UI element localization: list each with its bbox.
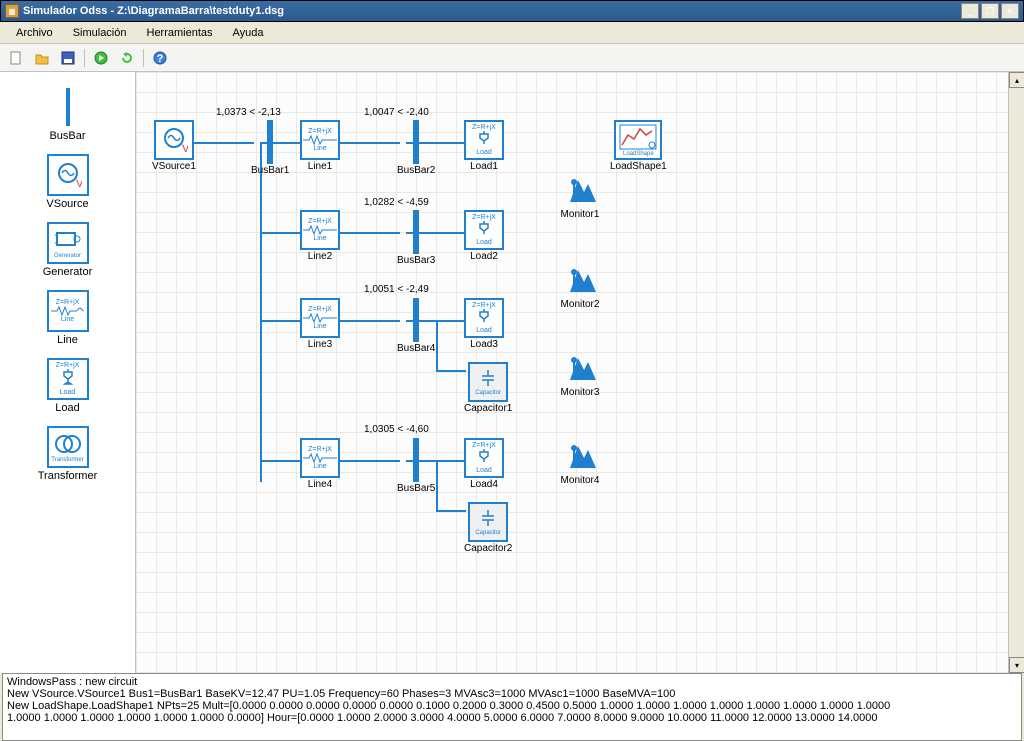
node-loadshape1[interactable]: LoadShape LoadShape1 (610, 120, 667, 172)
monitor-icon (560, 350, 600, 386)
wire (340, 232, 400, 234)
node-line1[interactable]: Z=R+jXLine Line1 (300, 120, 340, 172)
new-file-icon[interactable] (6, 48, 26, 68)
save-icon[interactable] (58, 48, 78, 68)
wire (340, 460, 400, 462)
wire (436, 460, 438, 510)
minimize-button[interactable]: _ (961, 3, 979, 19)
svg-text:V: V (76, 178, 82, 189)
menu-simulation[interactable]: Simulación (63, 25, 137, 41)
node-vsource1[interactable]: V VSource1 (152, 120, 196, 172)
node-load1[interactable]: Z=R+jXLoad Load1 (464, 120, 504, 172)
wire (260, 460, 300, 462)
console-line: New LoadShape.LoadShape1 NPts=25 Mult=[0… (7, 700, 1017, 712)
node-monitor1[interactable]: Monitor1 (560, 172, 600, 220)
voltage-label: 1,0282 < -4,59 (364, 197, 429, 208)
scroll-down-icon[interactable]: ▾ (1009, 657, 1024, 673)
palette-generator[interactable]: Generator Generator (0, 216, 135, 284)
node-monitor2[interactable]: Monitor2 (560, 262, 600, 310)
monitor-icon (560, 262, 600, 298)
svg-text:V: V (182, 143, 188, 154)
node-busbar2[interactable]: BusBar2 (397, 120, 435, 176)
open-file-icon[interactable] (32, 48, 52, 68)
palette-transformer[interactable]: Transformer Transformer (0, 420, 135, 488)
console-line: New VSource.VSource1 Bus1=BusBar1 BaseKV… (7, 688, 1017, 700)
toolbar-separator (84, 49, 85, 67)
app-icon: ▦ (5, 4, 19, 18)
output-console[interactable]: WindowsPass : new circuit New VSource.VS… (2, 673, 1022, 741)
monitor-icon (560, 172, 600, 208)
transformer-icon: Transformer (47, 426, 89, 468)
wire (260, 142, 262, 482)
node-line4[interactable]: Z=R+jXLine Line4 (300, 438, 340, 490)
vsource-icon: V (47, 154, 89, 196)
voltage-label: 1,0051 < -2,49 (364, 284, 429, 295)
refresh-icon[interactable] (117, 48, 137, 68)
generator-icon: Generator (47, 222, 89, 264)
node-monitor4[interactable]: Monitor4 (560, 438, 600, 486)
palette-line[interactable]: Z=R+jXLine Line (0, 284, 135, 352)
wire (436, 510, 466, 512)
toolbar: ? (0, 44, 1024, 72)
line-icon: Z=R+jXLine (47, 290, 89, 332)
node-capacitor2[interactable]: Capacitor Capacitor2 (464, 502, 512, 554)
node-busbar5[interactable]: BusBar5 (397, 438, 435, 494)
node-load2[interactable]: Z=R+jXLoad Load2 (464, 210, 504, 262)
wire (436, 320, 438, 370)
console-line: 1.0000 1.0000 1.0000 1.0000 1.0000 1.000… (7, 712, 1017, 724)
node-load4[interactable]: Z=R+jXLoad Load4 (464, 438, 504, 490)
wire (260, 320, 300, 322)
run-icon[interactable] (91, 48, 111, 68)
node-load3[interactable]: Z=R+jXLoad Load3 (464, 298, 504, 350)
scroll-up-icon[interactable]: ▴ (1009, 72, 1024, 88)
diagram-canvas[interactable]: 1,0373 < -2,13 1,0047 < -2,40 1,0282 < -… (136, 72, 1024, 673)
maximize-button[interactable]: ❐ (981, 3, 999, 19)
help-icon[interactable]: ? (150, 48, 170, 68)
load-icon: Z=R+jXLoad (47, 358, 89, 400)
voltage-label: 1,0047 < -2,40 (364, 107, 429, 118)
monitor-icon (560, 438, 600, 474)
window-title: Simulador Odss - Z:\DiagramaBarra\testdu… (23, 5, 961, 17)
menu-file[interactable]: Archivo (6, 25, 63, 41)
voltage-label: 1,0373 < -2,13 (216, 107, 281, 118)
menu-help[interactable]: Ayuda (223, 25, 274, 41)
svg-text:?: ? (157, 53, 164, 65)
node-line2[interactable]: Z=R+jXLine Line2 (300, 210, 340, 262)
voltage-label: 1,0305 < -4,60 (364, 424, 429, 435)
wire (260, 232, 300, 234)
wire (192, 142, 254, 144)
wire (340, 320, 400, 322)
node-line3[interactable]: Z=R+jXLine Line3 (300, 298, 340, 350)
titlebar: ▦ Simulador Odss - Z:\DiagramaBarra\test… (0, 0, 1024, 22)
palette-load[interactable]: Z=R+jXLoad Load (0, 352, 135, 420)
palette-vsource[interactable]: V VSource (0, 148, 135, 216)
console-line: WindowsPass : new circuit (7, 676, 1017, 688)
component-palette: BusBar V VSource Generator Generator Z=R… (0, 72, 136, 673)
node-capacitor1[interactable]: Capacitor Capacitor1 (464, 362, 512, 414)
wire (436, 370, 466, 372)
node-busbar1[interactable]: BusBar1 (251, 120, 289, 176)
busbar-icon (47, 86, 89, 128)
canvas-scrollbar[interactable]: ▴ ▾ (1008, 72, 1024, 673)
node-busbar3[interactable]: BusBar3 (397, 210, 435, 266)
menu-tools[interactable]: Herramientas (137, 25, 223, 41)
node-monitor3[interactable]: Monitor3 (560, 350, 600, 398)
palette-busbar[interactable]: BusBar (0, 80, 135, 148)
wire (340, 142, 400, 144)
node-busbar4[interactable]: BusBar4 (397, 298, 435, 354)
close-button[interactable]: ✕ (1001, 3, 1019, 19)
toolbar-separator (143, 49, 144, 67)
menubar: Archivo Simulación Herramientas Ayuda (0, 22, 1024, 44)
